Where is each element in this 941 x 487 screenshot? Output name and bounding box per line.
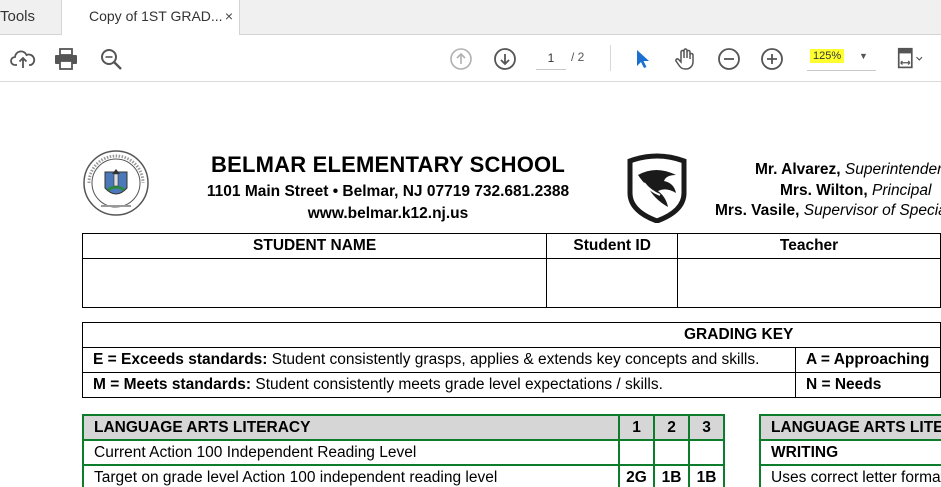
term-header: 3 xyxy=(688,414,725,441)
upload-cloud-icon[interactable] xyxy=(9,45,37,73)
staff-line: Mrs. Wilton, Principal xyxy=(780,181,932,199)
grade-cell[interactable]: 2G xyxy=(618,464,655,487)
grading-key-right: A = Approaching xyxy=(795,347,941,373)
row-label: Target on grade level Action 100 indepen… xyxy=(82,464,620,487)
subsection-header: WRITING xyxy=(758,439,941,466)
zoom-search-icon[interactable] xyxy=(97,45,125,73)
zoom-value: 125% xyxy=(810,49,845,63)
student-id-cell[interactable] xyxy=(546,258,679,308)
staff-line: Mr. Alvarez, Superintendent xyxy=(755,161,941,178)
toolbar-divider xyxy=(610,45,611,71)
teacher-cell[interactable] xyxy=(677,258,941,308)
print-icon[interactable] xyxy=(52,45,80,73)
chevron-down-icon: ▼ xyxy=(859,51,868,61)
page-number-input[interactable]: 1 xyxy=(536,48,566,70)
column-header: STUDENT NAME xyxy=(81,233,548,259)
hand-tool-icon[interactable] xyxy=(671,45,699,73)
tab-bar: Tools Copy of 1ST GRAD... × xyxy=(0,0,941,36)
tab-document[interactable]: Copy of 1ST GRAD... × xyxy=(62,0,240,36)
column-header: Teacher xyxy=(677,233,941,259)
row-label: Uses correct letter formation xyxy=(758,464,941,487)
zoom-select[interactable]: 125% ▼ xyxy=(807,47,876,71)
zoom-in-icon[interactable] xyxy=(758,45,786,73)
grade-cell[interactable]: 1B xyxy=(688,464,725,487)
zoom-out-icon[interactable] xyxy=(715,45,743,73)
grading-key-right: N = Needs xyxy=(795,372,941,398)
term-header: 2 xyxy=(653,414,690,441)
previous-page-icon[interactable] xyxy=(447,45,475,73)
grading-key-row: M = Meets standards: Student consistentl… xyxy=(82,372,796,398)
language-arts-right-table: LANGUAGE ARTS LITERACY WRITING Uses corr… xyxy=(758,414,941,487)
grade-cell[interactable] xyxy=(653,439,690,466)
next-page-icon[interactable] xyxy=(491,45,519,73)
tab-document-label: Copy of 1ST GRAD... xyxy=(89,8,223,24)
toolbar: 1 / 2 125% ▼ xyxy=(0,35,941,82)
staff-list: Mr. Alvarez, Superintendent Mrs. Wilton,… xyxy=(680,160,941,222)
tab-tools[interactable]: Tools xyxy=(0,0,62,35)
grade-cell[interactable] xyxy=(618,439,655,466)
grade-cell[interactable] xyxy=(688,439,725,466)
close-icon[interactable]: × xyxy=(225,0,233,33)
tab-tools-label: Tools xyxy=(0,8,36,25)
select-cursor-icon[interactable] xyxy=(628,45,656,73)
column-header: Student ID xyxy=(546,233,679,259)
language-arts-table: LANGUAGE ARTS LITERACY 1 2 3 Current Act… xyxy=(82,414,725,487)
row-label: Current Action 100 Independent Reading L… xyxy=(82,439,620,466)
staff-line: Mrs. Vasile, Supervisor of Special Servi… xyxy=(715,202,941,219)
page-total: / 2 xyxy=(571,50,585,64)
grading-key-row: E = Exceeds standards: Student consisten… xyxy=(82,347,796,373)
student-name-cell[interactable] xyxy=(81,258,548,308)
document-page: BELMAR ELEMENTARY SCHOOL 1101 Main Stree… xyxy=(0,83,941,487)
term-header: 1 xyxy=(618,414,655,441)
grade-cell[interactable]: 1B xyxy=(653,464,690,487)
section-header: LANGUAGE ARTS LITERACY xyxy=(758,414,941,441)
grading-key-table: GRADING KEY E = Exceeds standards: Stude… xyxy=(82,322,941,398)
grading-key-title: GRADING KEY xyxy=(82,322,941,348)
student-info-table: STUDENT NAME Student ID Teacher xyxy=(81,233,941,308)
page-fit-icon[interactable] xyxy=(895,45,923,73)
section-header: LANGUAGE ARTS LITERACY xyxy=(82,414,620,441)
